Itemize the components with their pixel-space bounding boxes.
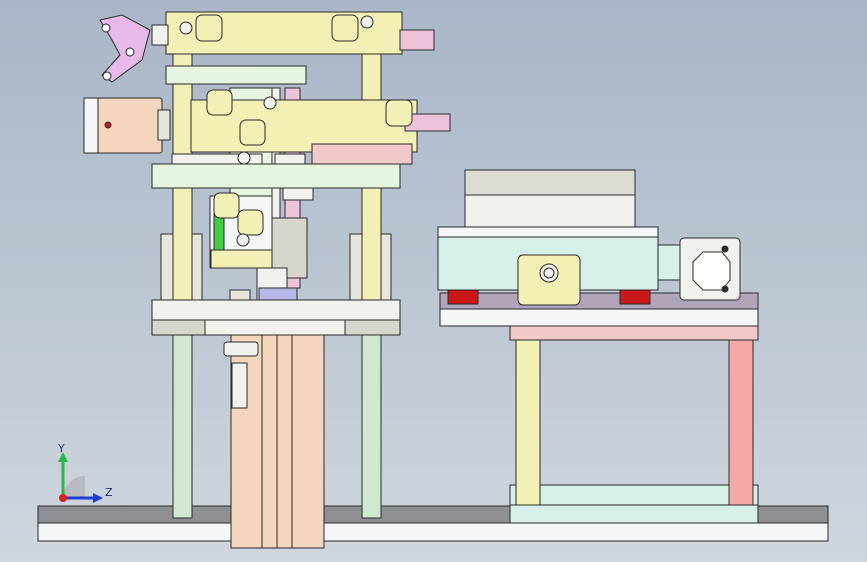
left-press-assembly: [83, 11, 451, 549]
assembly-drawing: Y Z: [37, 11, 829, 549]
lower-guide-rod-left: [172, 334, 193, 519]
lower-frame-plate: [151, 299, 401, 321]
leg-right: [728, 339, 754, 506]
axis-triad: [58, 452, 103, 503]
lower-guide-rod-right: [361, 334, 382, 519]
right-table-assembly: [437, 169, 759, 524]
middle-plate: [151, 163, 401, 189]
cad-viewport[interactable]: Y Z: [0, 0, 867, 562]
z-axis-label: Z: [105, 486, 113, 499]
clamp-lever: [99, 14, 151, 83]
y-axis-label: Y: [57, 442, 65, 455]
leg-left: [515, 339, 541, 506]
